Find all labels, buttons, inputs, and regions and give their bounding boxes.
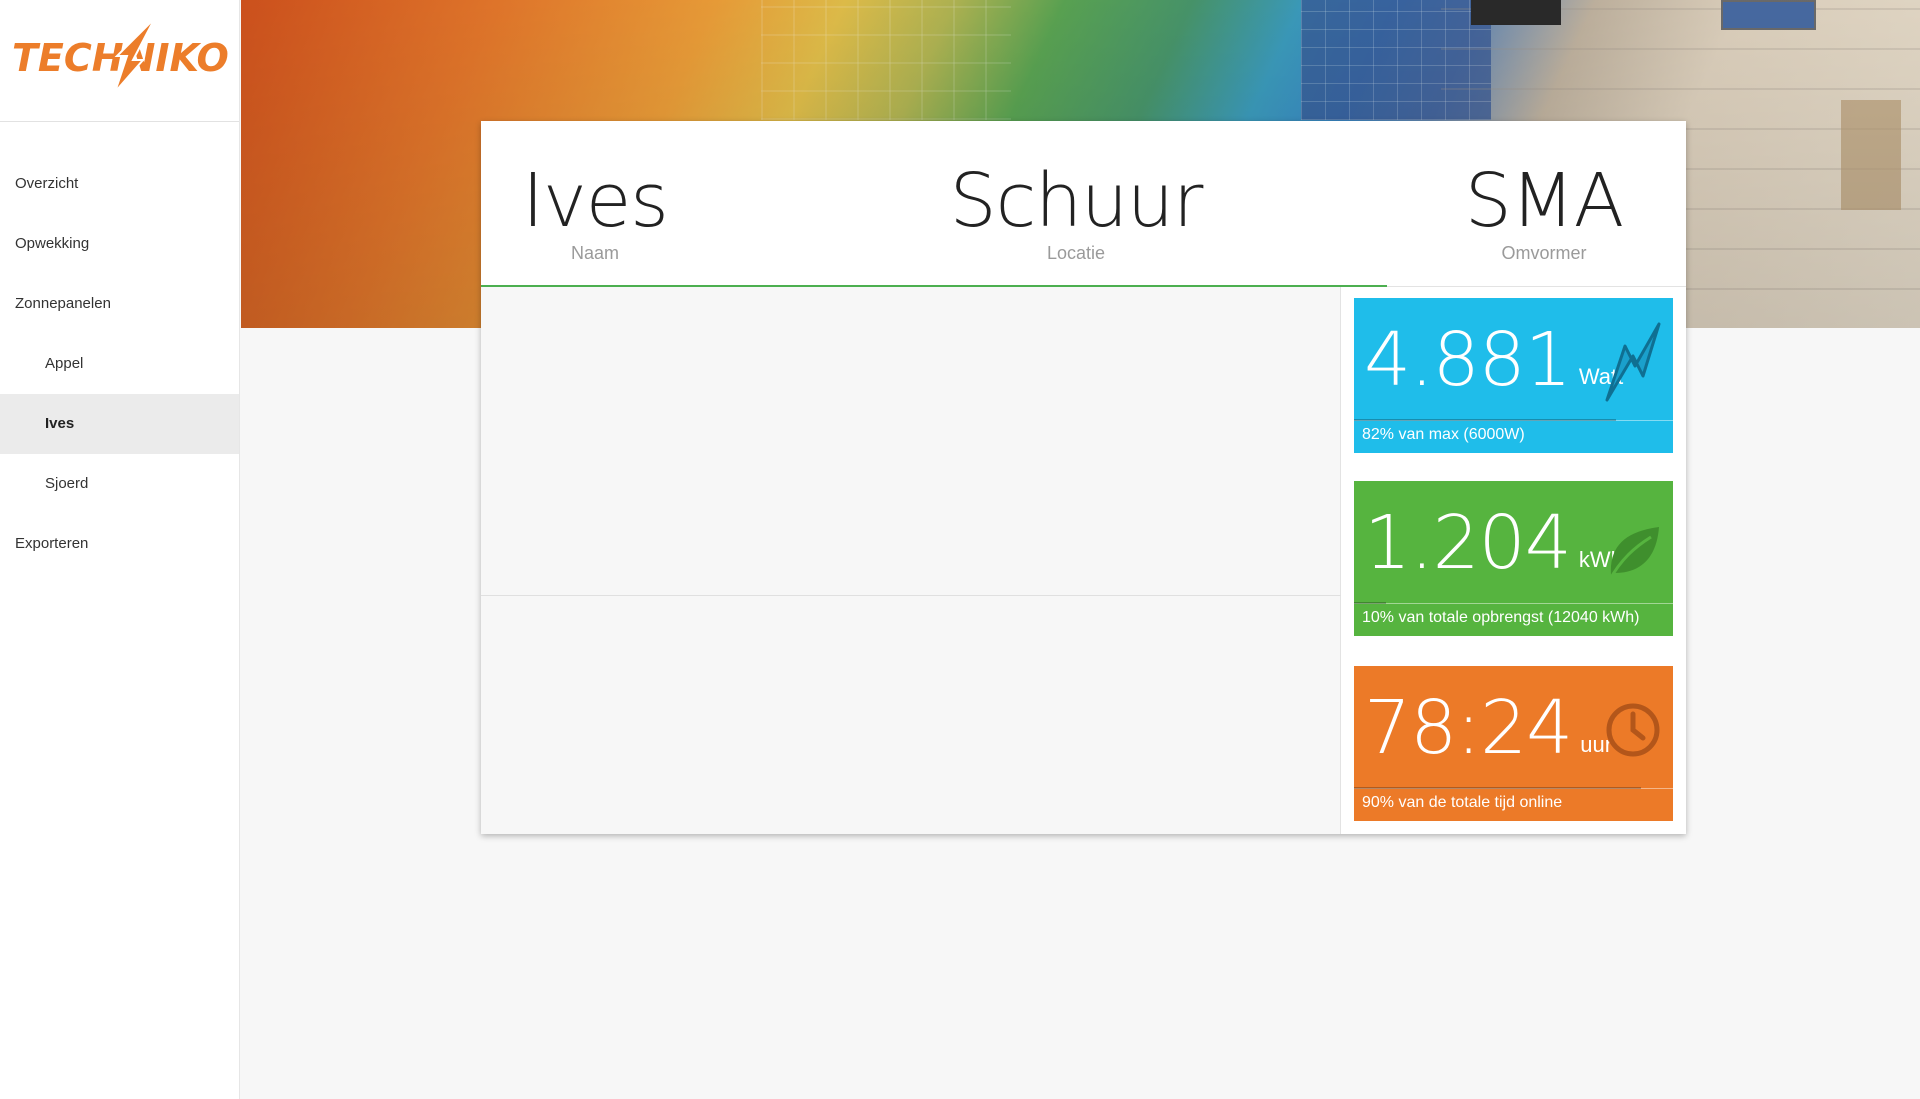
uptime-caption: 90% van de totale tijd online <box>1362 794 1563 811</box>
power-tile: 4.881 Watt 82% van max (6000W) <box>1354 298 1673 453</box>
chart-divider <box>481 595 1341 596</box>
sidebar-item-exporteren[interactable]: Exporteren <box>0 514 239 574</box>
energy-progress-fill <box>1354 602 1386 604</box>
sidebar-item-appel[interactable]: Appel <box>0 334 239 394</box>
sidebar-item-zonnepanelen[interactable]: Zonnepanelen <box>0 274 239 334</box>
clock-icon <box>1606 703 1660 757</box>
installation-inverter-label: Omvormer <box>1501 243 1587 263</box>
chart-area <box>481 287 1341 834</box>
sidebar-nav: Overzicht Opwekking Zonnepanelen Appel I… <box>0 154 239 574</box>
sidebar-item-opwekking[interactable]: Opwekking <box>0 214 239 274</box>
power-value: 4.881 <box>1364 317 1572 403</box>
energy-value: 1.204 <box>1364 500 1572 586</box>
installation-name: Ives <box>522 158 669 244</box>
installation-inverter: SMA <box>1464 158 1624 244</box>
installation-card: Ives Naam Schuur Locatie SMA Omvormer 4.… <box>481 121 1686 834</box>
installation-header: Ives Naam Schuur Locatie SMA Omvormer <box>481 121 1686 287</box>
installation-location: Schuur <box>949 158 1204 244</box>
uptime-tile: 78:24 uur 90% van de totale tijd online <box>1354 666 1673 821</box>
sidebar-item-overzicht[interactable]: Overzicht <box>0 154 239 214</box>
power-caption: 82% van max (6000W) <box>1362 426 1525 443</box>
sidebar-item-ives[interactable]: Ives <box>0 394 239 454</box>
sidebar: TECHNIKO Overzicht Opwekking Zonnepanele… <box>0 0 240 1099</box>
inverter-field: SMA Omvormer <box>1394 161 1694 264</box>
leaf-icon <box>1607 527 1659 582</box>
installation-location-label: Locatie <box>1046 243 1106 263</box>
installation-name-label: Naam <box>570 243 619 263</box>
power-progress-fill <box>1354 419 1616 421</box>
energy-tile: 1.204 kWh 10% van totale opbrengst (1204… <box>1354 481 1673 636</box>
location-field: Schuur Locatie <box>926 161 1226 264</box>
sidebar-item-sjoerd[interactable]: Sjoerd <box>0 454 239 514</box>
uptime-value: 78:24 <box>1364 685 1573 771</box>
uptime-progress-fill <box>1354 787 1642 789</box>
logo-bolt-icon <box>114 17 156 93</box>
logo[interactable]: TECHNIKO <box>0 0 239 122</box>
lightning-bolt-icon <box>1605 322 1661 402</box>
energy-caption: 10% van totale opbrengst (12040 kWh) <box>1362 609 1640 626</box>
name-field: Ives Naam <box>445 161 745 264</box>
